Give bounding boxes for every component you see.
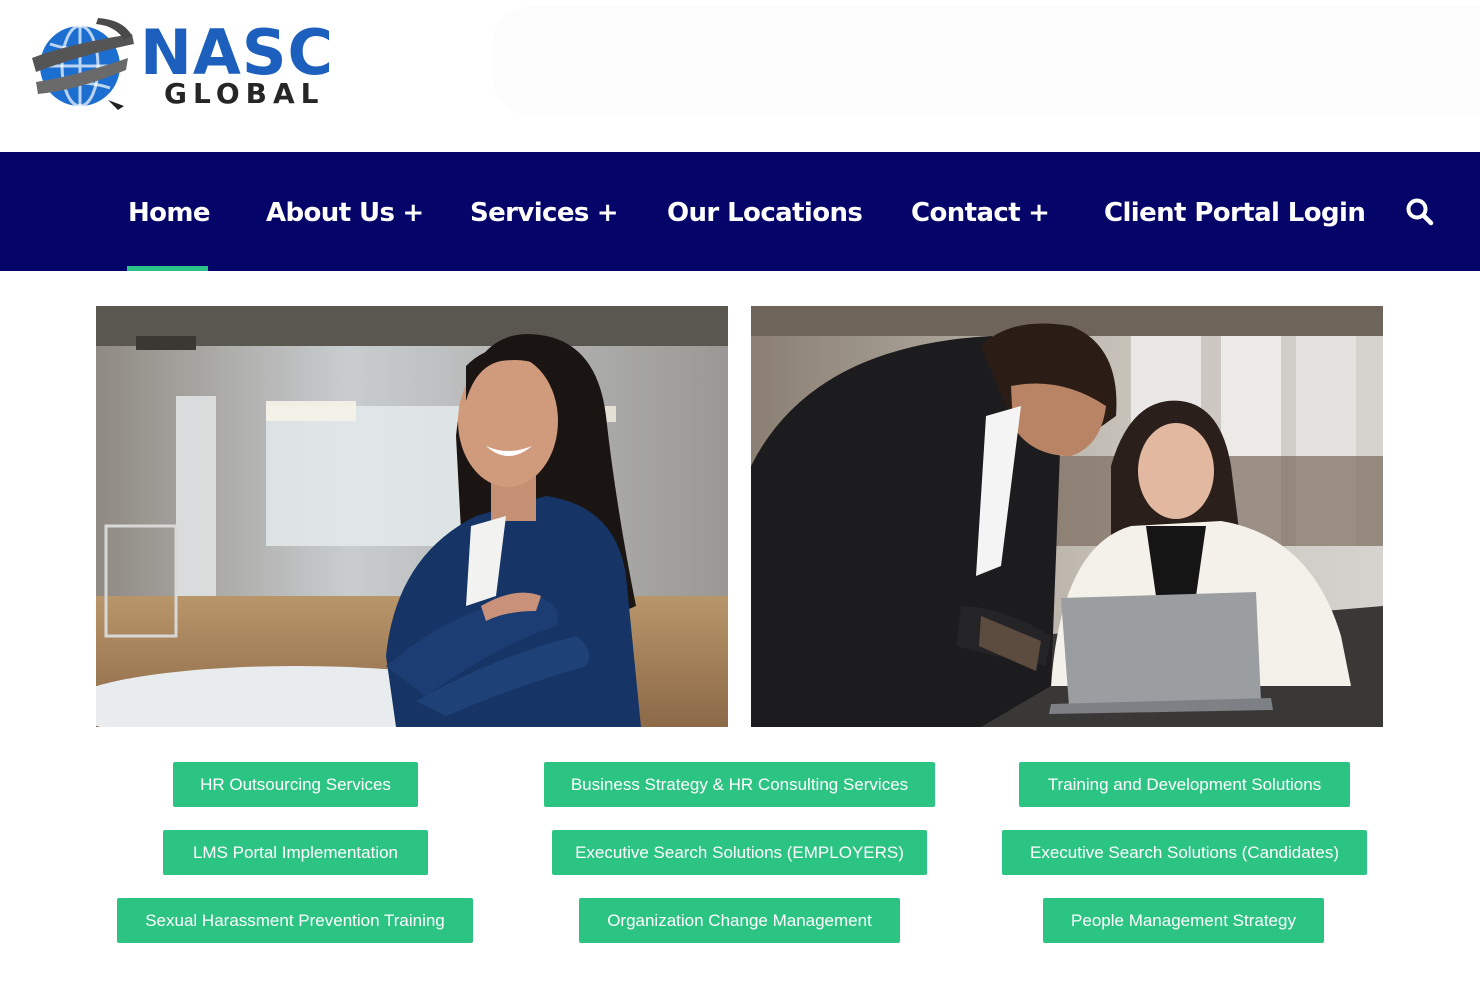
logo-text-secondary: GLOBAL xyxy=(164,77,325,110)
nav-item-contact[interactable]: Contact + xyxy=(911,152,1050,271)
photo-business-meeting xyxy=(751,306,1383,727)
nav-item-label: Contact xyxy=(911,198,1021,228)
site-header: NASC GLOBAL xyxy=(0,0,1480,152)
expand-plus-icon: + xyxy=(402,198,424,228)
service-button-lms-portal[interactable]: LMS Portal Implementation xyxy=(163,830,428,875)
nav-item-about-us[interactable]: About Us + xyxy=(266,152,424,271)
service-button-executive-search-candidates[interactable]: Executive Search Solutions (Candidates) xyxy=(1002,830,1367,875)
photo-businesswoman xyxy=(96,306,728,727)
nav-item-label: About Us xyxy=(266,198,395,228)
expand-plus-icon: + xyxy=(1028,198,1050,228)
photo-smiling-businesswoman xyxy=(96,306,728,727)
header-banner-area xyxy=(492,6,1480,116)
nav-item-client-portal-login[interactable]: Client Portal Login xyxy=(1104,152,1366,271)
nav-item-label: Our Locations xyxy=(667,198,863,228)
expand-plus-icon: + xyxy=(596,198,619,228)
service-button-sexual-harassment-training[interactable]: Sexual Harassment Prevention Training xyxy=(117,898,473,943)
nav-item-label: Client Portal Login xyxy=(1104,198,1366,228)
service-button-business-strategy[interactable]: Business Strategy & HR Consulting Servic… xyxy=(544,762,935,807)
service-button-people-management[interactable]: People Management Strategy xyxy=(1043,898,1324,943)
search-icon[interactable] xyxy=(1404,196,1436,228)
service-button-hr-outsourcing[interactable]: HR Outsourcing Services xyxy=(173,762,418,807)
service-button-organization-change[interactable]: Organization Change Management xyxy=(579,898,900,943)
site-logo[interactable]: NASC GLOBAL xyxy=(28,14,348,114)
photo-businessman-and-woman-at-laptop xyxy=(751,306,1383,727)
service-button-training-development[interactable]: Training and Development Solutions xyxy=(1019,762,1350,807)
globe-logo-icon xyxy=(32,18,134,110)
nav-item-label: Services xyxy=(470,198,589,228)
nav-item-services[interactable]: Services + xyxy=(470,152,619,271)
service-button-executive-search-employers[interactable]: Executive Search Solutions (EMPLOYERS) xyxy=(552,830,927,875)
nav-item-label: Home xyxy=(128,198,211,228)
nav-item-our-locations[interactable]: Our Locations xyxy=(667,152,863,271)
nav-item-home[interactable]: Home xyxy=(128,152,211,271)
main-navigation: Home About Us + Services + Our Locations C… xyxy=(0,152,1480,271)
nav-active-indicator xyxy=(127,266,208,271)
